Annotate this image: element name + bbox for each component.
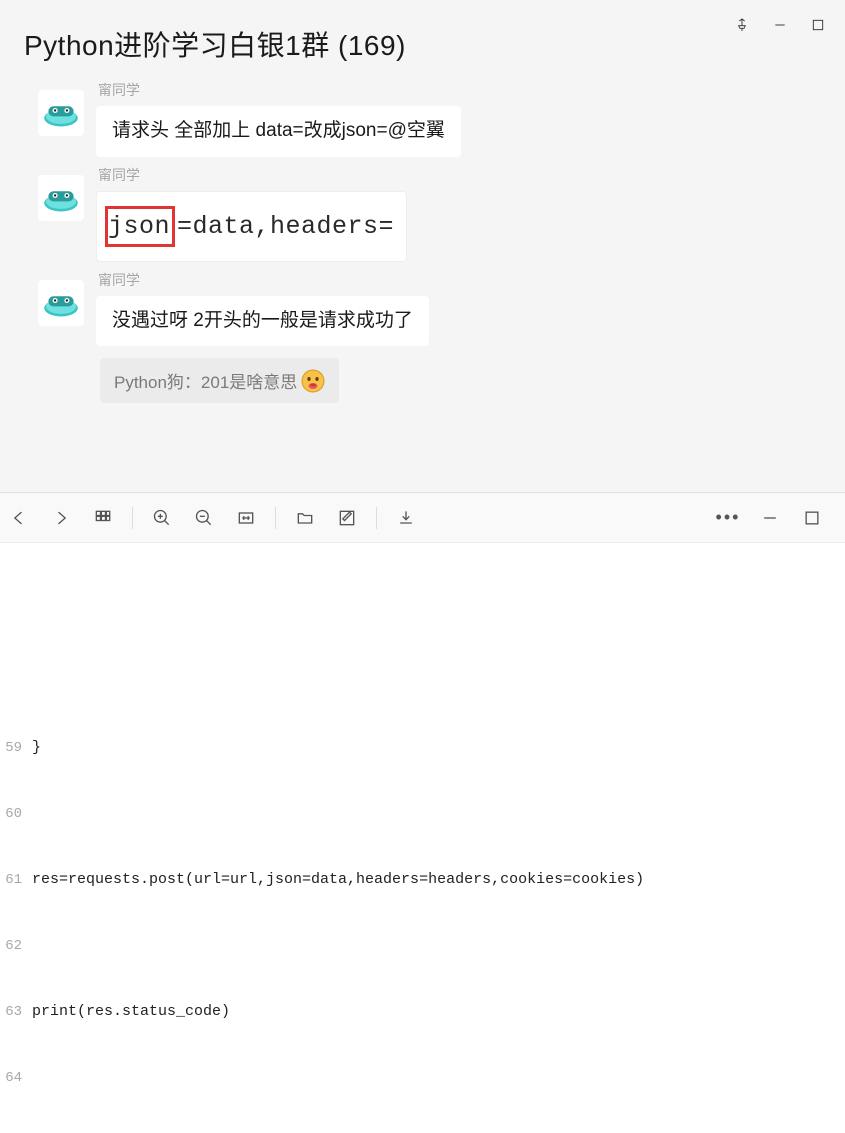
zoom-out-icon[interactable] [185,499,223,537]
highlighted-code: json [108,212,170,241]
sender-name: 甯同学 [96,80,461,100]
chat-titlebar: Python进阶学习白银1群 (169) [0,0,845,68]
toolbar-divider [132,507,133,529]
chat-title: Python进阶学习白银1群 (169) [24,12,733,64]
chat-messages[interactable]: 甯同学 请求头 全部加上 data=改成json=@空翼 甯同学 json=da… [0,68,845,492]
avatar[interactable] [38,90,84,136]
code-line: 61res=requests.post(url=url,json=data,he… [4,869,845,891]
edit-icon[interactable] [328,499,366,537]
code-line: 62 [4,935,845,957]
maximize-icon[interactable] [809,16,827,34]
download-icon[interactable] [387,499,425,537]
code-text: } [32,737,845,759]
back-icon[interactable] [0,499,38,537]
emoji-icon [301,369,325,393]
code-line: 64 [4,1067,845,1089]
grid-icon[interactable] [84,499,122,537]
forward-icon[interactable] [42,499,80,537]
line-number: 59 [4,737,32,759]
chat-message: 甯同学 json=data,headers= [0,159,845,264]
chat-message: 甯同学 没遇过呀 2开头的一般是请求成功了 [0,264,845,349]
maximize-icon[interactable] [793,499,831,537]
more-icon[interactable]: ••• [709,499,747,537]
avatar[interactable] [38,175,84,221]
message-bubble[interactable]: 请求头 全部加上 data=改成json=@空翼 [96,106,461,157]
sender-name: 甯同学 [96,270,429,290]
pin-icon[interactable] [733,16,751,34]
zoom-in-icon[interactable] [143,499,181,537]
chat-message: 甯同学 请求头 全部加上 data=改成json=@空翼 [0,74,845,159]
code-snippet: json=data,headers= [103,198,400,255]
minimize-icon[interactable] [771,16,789,34]
avatar[interactable] [38,280,84,326]
line-number: 64 [4,1067,32,1089]
editor-toolbar: ••• [0,493,845,543]
minimize-icon[interactable] [751,499,789,537]
code-text [32,935,845,957]
editor-blank-area [0,543,845,693]
line-number: 60 [4,803,32,825]
fit-width-icon[interactable] [227,499,265,537]
quote-text: Python狗：201是啥意思 [114,368,297,393]
code-text [32,1067,845,1089]
line-number: 63 [4,1001,32,1023]
editor-window: ••• 59} 60 61res=requests.post(url=url,j… [0,492,845,1133]
code-text [32,803,845,825]
line-number: 61 [4,869,32,891]
toolbar-divider [275,507,276,529]
message-image-bubble[interactable]: json=data,headers= [96,191,407,262]
code-line: 63print(res.status_code) [4,1001,845,1023]
sender-name: 甯同学 [96,165,407,185]
code-text: print(res.status_code) [32,1001,845,1023]
quote-row: Python狗：201是啥意思 [0,348,845,403]
quote-bubble[interactable]: Python狗：201是啥意思 [100,358,339,403]
message-bubble[interactable]: 没遇过呀 2开头的一般是请求成功了 [96,296,429,347]
code-line: 59} [4,737,845,759]
toolbar-divider [376,507,377,529]
line-number: 62 [4,935,32,957]
code-line: 60 [4,803,845,825]
chat-window: Python进阶学习白银1群 (169) 甯同学 请求头 全部加上 data=改… [0,0,845,492]
code-area[interactable]: 59} 60 61res=requests.post(url=url,json=… [0,693,845,1133]
folder-icon[interactable] [286,499,324,537]
chat-window-controls [733,12,833,34]
code-text: res=requests.post(url=url,json=data,head… [32,869,845,891]
code-text: =data,headers= [177,209,394,244]
